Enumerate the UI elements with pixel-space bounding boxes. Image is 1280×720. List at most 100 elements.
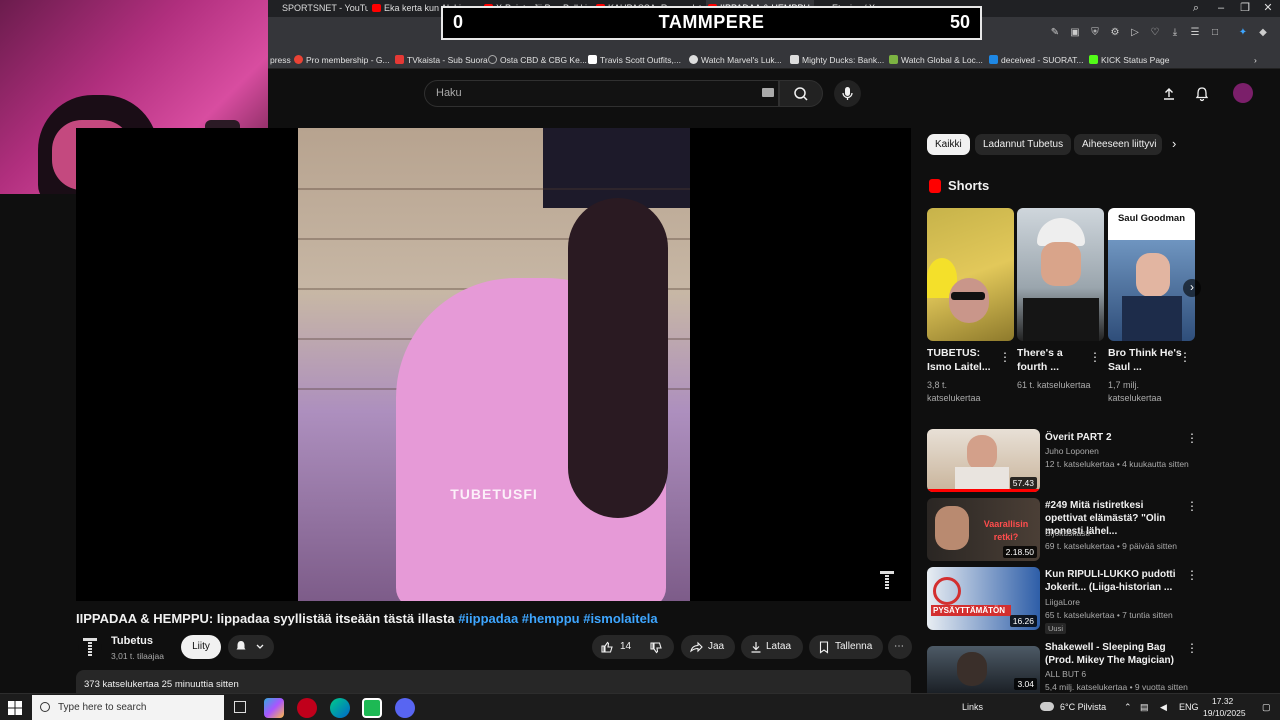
video-thumbnail[interactable]: Vaarallisin retki? 2.18.50 [927,498,1040,561]
short-thumbnail[interactable] [927,208,1014,341]
short-thumbnail[interactable] [1017,208,1104,341]
video-channel[interactable]: Sijoituskästi [1045,528,1090,538]
camera-icon[interactable]: ▣ [1068,26,1082,40]
video-thumbnail[interactable]: 57.43 [927,429,1040,492]
bookmark-osta-cbd[interactable]: Osta CBD & CBG Ke... [488,51,587,69]
download-button[interactable]: Lataa [741,635,803,659]
hashtag-link[interactable]: #ismolaitela [583,611,657,626]
share-button[interactable]: Jaa [681,635,735,659]
keyboard-icon[interactable] [762,88,774,97]
notifications-icon[interactable]: ▢ [1262,702,1271,713]
upload-icon[interactable] [1161,86,1177,102]
more-vert-icon[interactable]: ⋮ [1186,499,1198,513]
video-frame[interactable]: TUBETUSFI [298,128,690,601]
tray-expand-icon[interactable]: ⌃ [1124,702,1132,713]
short-thumbnail[interactable]: Saul Goodman [1108,208,1195,341]
download-label: Lataa [766,641,792,652]
thumbs-down-icon[interactable] [649,641,663,655]
network-icon[interactable]: ▤ [1140,702,1149,713]
cube-icon[interactable]: ◆ [1256,26,1270,40]
voice-search-button[interactable] [834,80,861,107]
video-title[interactable]: Kun RIPULI-LUKKO pudotti Jokerit... (Lii… [1045,568,1185,594]
minimize-icon[interactable]: – [1209,0,1233,17]
language-indicator[interactable]: ENG [1179,702,1199,712]
taskbar-search-input[interactable]: Type here to search [32,695,224,720]
channel-watermark-icon[interactable] [879,570,895,590]
tab-sportsnet[interactable]: SPORTSNET - YouTube [268,0,368,17]
channel-name[interactable]: Tubetus [111,635,153,647]
bookmark-mighty-ducks[interactable]: Mighty Ducks: Bank... [790,51,884,69]
bookmark-marvel[interactable]: Watch Marvel's Luk... [689,51,782,69]
thumbs-up-icon[interactable] [600,640,614,654]
opera-icon[interactable] [297,698,317,718]
bookmark-pro-membership[interactable]: Pro membership - G... [294,51,390,69]
video-title[interactable]: Överit PART 2 [1045,431,1185,444]
settings-icon[interactable]: ⚙ [1108,26,1122,40]
shorts-logo-icon [929,179,941,193]
links-toolbar[interactable]: Links [962,702,983,712]
short-title[interactable]: There's a fourth ... [1017,346,1093,374]
bookmarks-overflow-icon[interactable]: › [1254,51,1257,69]
extension-icon[interactable]: ✦ [1236,26,1250,40]
more-vert-icon[interactable]: ⋮ [1179,350,1191,364]
chip-all[interactable]: Kaikki [927,134,970,155]
more-actions-button[interactable]: ⋯ [888,635,912,659]
hashtag-link[interactable]: #iippadaa [458,611,518,626]
more-vert-icon[interactable]: ⋮ [1186,431,1198,445]
shorts-next-icon[interactable]: › [1183,279,1201,297]
bookmark-travis-scott[interactable]: Travis Scott Outfits,... [588,51,681,69]
video-channel[interactable]: ALL BUT 6 [1045,669,1086,679]
video-channel[interactable]: LiigaLore [1045,597,1080,607]
bookmark-kick[interactable]: KICK Status Page [1089,51,1170,69]
search-button[interactable] [779,80,823,107]
more-vert-icon[interactable]: ⋮ [999,350,1011,364]
lock-icon[interactable]: □ [1208,26,1222,40]
menu-icon[interactable]: ☰ [1188,26,1202,40]
bookmark-tvkaista[interactable]: TVkaista - Sub Suora [395,51,488,69]
account-avatar[interactable] [1233,83,1253,103]
shield-icon[interactable]: ⛨ [1088,26,1102,40]
chip-uploaded-by[interactable]: Ladannut Tubetus [975,134,1072,155]
task-view-icon[interactable] [234,701,246,713]
download-icon[interactable]: ⤓ [1168,26,1182,40]
volume-icon[interactable]: ◀ [1160,702,1167,713]
copilot-icon[interactable] [264,698,284,718]
app-icon[interactable] [362,698,382,718]
more-vert-icon[interactable]: ⋮ [1186,641,1198,655]
play-icon[interactable]: ▷ [1128,26,1142,40]
circle-highlight-icon [933,577,961,605]
short-title[interactable]: TUBETUS: Ismo Laitel... [927,346,1003,374]
close-icon[interactable]: ✕ [1256,0,1280,17]
channel-avatar[interactable] [78,635,102,659]
clock-date[interactable]: 19/10/2025 [1203,708,1246,718]
short-title[interactable]: Bro Think He's Saul ... [1108,346,1184,374]
video-title[interactable]: Shakewell - Sleeping Bag (Prod. Mikey Th… [1045,641,1185,667]
notifications-bell-icon[interactable] [1194,86,1210,102]
heart-icon[interactable]: ♡ [1148,26,1162,40]
search-input[interactable]: Haku [424,80,779,107]
video-player[interactable]: TUBETUSFI [76,128,911,601]
search-tabs-icon[interactable]: ⌕ [1184,0,1208,17]
windows-start-icon[interactable] [8,701,22,715]
weather-text[interactable]: 6°C Pilvista [1060,702,1106,712]
video-thumbnail[interactable]: PYSÄYTTÄMÄTÖN 16.26 [927,567,1040,630]
like-count[interactable]: 14 [620,635,631,659]
join-button[interactable]: Liity [181,635,221,659]
bookmark-watch-global[interactable]: Watch Global & Loc... [889,51,983,69]
clock-time[interactable]: 17.32 [1212,696,1233,706]
save-button[interactable]: Tallenna [809,635,883,659]
more-vert-icon[interactable]: ⋮ [1186,568,1198,582]
more-vert-icon[interactable]: ⋮ [1089,350,1101,364]
chips-next-icon[interactable]: › [1172,137,1186,151]
video-thumbnail[interactable]: 3.04 [927,646,1040,693]
restore-icon[interactable]: ❐ [1233,0,1257,17]
video-channel[interactable]: Juho Loponen [1045,446,1099,456]
save-label: Tallenna [835,641,873,652]
edge-icon[interactable] [330,698,350,718]
edit-icon[interactable]: ✎ [1048,26,1062,40]
bookmark-deceived[interactable]: deceived - SUORAT... [989,51,1084,69]
chip-related[interactable]: Aiheeseen liittyvi [1074,134,1162,155]
hashtag-link[interactable]: #hemppu [522,611,580,626]
discord-icon[interactable] [395,698,415,718]
subscription-bell-button[interactable] [228,635,274,659]
